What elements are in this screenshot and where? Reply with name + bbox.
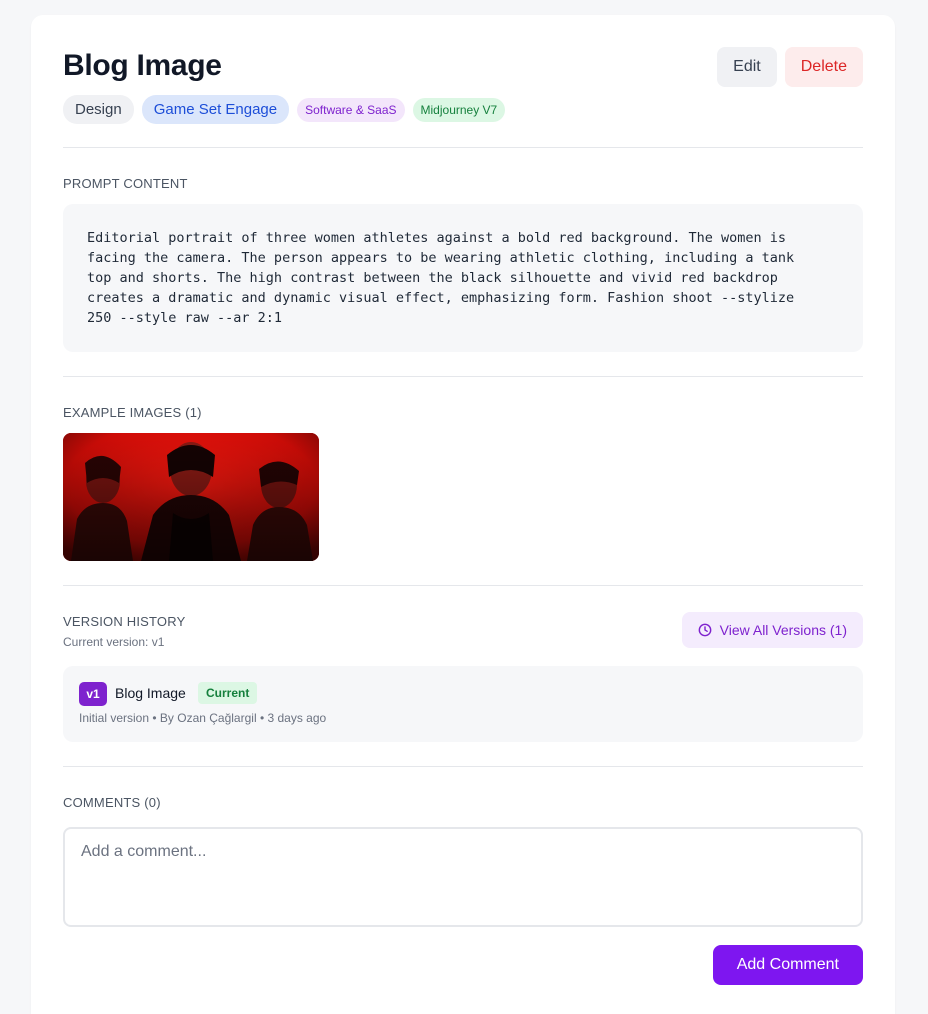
delete-button[interactable]: Delete: [784, 47, 863, 87]
divider: [63, 147, 863, 148]
tag-software-saas[interactable]: Software & SaaS: [297, 97, 405, 122]
header-actions: Edit Delete: [717, 47, 863, 87]
prompt-detail-card: Blog Image Edit Delete Design Game Set E…: [31, 15, 895, 1014]
comment-input[interactable]: [63, 827, 863, 927]
prompt-content-box: Editorial portrait of three women athlet…: [63, 204, 863, 352]
divider: [63, 585, 863, 586]
tag-design[interactable]: Design: [63, 95, 134, 124]
current-badge: Current: [198, 682, 258, 704]
view-all-versions-label: View All Versions (1): [719, 622, 847, 638]
example-images-label: EXAMPLE IMAGES (1): [63, 405, 202, 420]
current-version-label: Current version: v1: [63, 635, 165, 649]
example-image-thumbnail[interactable]: [63, 433, 319, 561]
example-image: [63, 433, 319, 561]
version-meta: Initial version • By Ozan Çağlargil • 3 …: [79, 711, 327, 725]
view-all-versions-button[interactable]: View All Versions (1): [681, 612, 863, 648]
version-item[interactable]: v1 Blog Image Current Initial version • …: [63, 666, 863, 742]
prompt-content-text: Editorial portrait of three women athlet…: [87, 230, 795, 326]
prompt-content-label: PROMPT CONTENT: [63, 176, 188, 191]
add-comment-button[interactable]: Add Comment: [712, 945, 863, 985]
tag-midjourney-v7[interactable]: Midjourney V7: [412, 97, 506, 122]
tag-list: Design Game Set Engage Software & SaaS M…: [63, 95, 506, 124]
tag-game-set-engage[interactable]: Game Set Engage: [141, 95, 290, 124]
page-title: Blog Image: [63, 49, 222, 82]
divider: [63, 766, 863, 767]
version-badge: v1: [79, 682, 107, 706]
edit-button[interactable]: Edit: [717, 47, 777, 87]
version-history-label: VERSION HISTORY: [63, 614, 186, 629]
version-name: Blog Image: [115, 685, 186, 701]
clock-icon: [698, 623, 712, 637]
comments-label: COMMENTS (0): [63, 795, 161, 810]
divider: [63, 376, 863, 377]
